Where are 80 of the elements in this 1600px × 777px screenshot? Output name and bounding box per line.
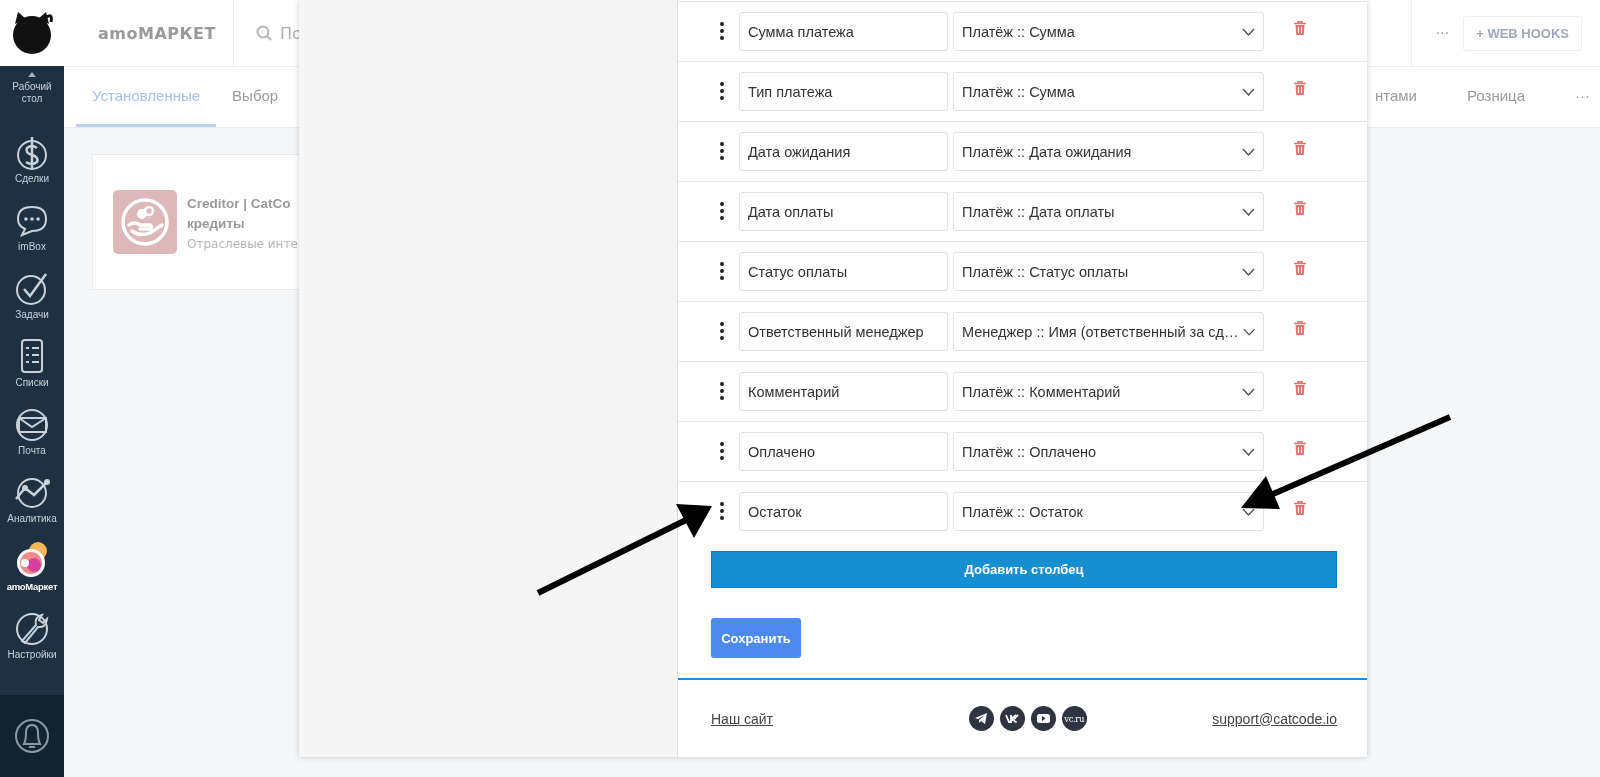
site-link[interactable]: Наш сайт — [711, 710, 774, 727]
trash-icon[interactable] — [1294, 321, 1306, 335]
youtube-icon[interactable] — [1030, 706, 1056, 731]
column-name-field[interactable]: Комментарий — [739, 372, 948, 411]
drag-handle-icon[interactable] — [720, 22, 724, 40]
trash-icon[interactable] — [1294, 441, 1306, 455]
sidebar-label: Сделки — [14, 173, 50, 185]
chevron-down-icon — [1242, 87, 1255, 96]
column-name-field[interactable]: Тип платежа — [739, 72, 948, 111]
market-icon — [14, 541, 50, 579]
column-name-field[interactable]: Статус оплаты — [739, 252, 948, 291]
sidebar-label: Задачи — [15, 309, 49, 321]
drag-handle-icon[interactable] — [720, 142, 724, 160]
sidebar-item[interactable]: Рабочий стол — [0, 81, 64, 121]
search-icon — [256, 25, 272, 41]
card-category: Отраслевые инте — [187, 236, 298, 251]
sidebar-label: amoМаркет — [6, 581, 58, 593]
add-column-button[interactable]: Добавить столбец — [711, 551, 1337, 588]
sidebar-item[interactable]: Почта — [0, 393, 64, 461]
field-select[interactable]: Платёж :: Остаток — [953, 492, 1264, 531]
trash-icon[interactable] — [1294, 141, 1306, 155]
drag-handle-icon[interactable] — [720, 262, 724, 280]
cat-logo-icon[interactable] — [0, 0, 64, 66]
bell-icon[interactable] — [14, 716, 50, 756]
column-name-field[interactable]: Ответственный менеджер — [739, 312, 948, 351]
chevron-down-icon — [1242, 207, 1255, 216]
hand-coins-icon — [113, 190, 177, 254]
sidebar-label: imBox — [18, 241, 46, 253]
trash-icon[interactable] — [1294, 261, 1306, 275]
chevron-down-icon — [1242, 267, 1255, 276]
field-select[interactable]: Платёж :: Статус оплаты — [953, 252, 1264, 291]
sidebar-label: Настройки — [7, 649, 57, 661]
column-name-field[interactable]: Дата ожидания — [739, 132, 948, 171]
chevron-down-icon — [1242, 387, 1255, 396]
vc-logo-icon[interactable]: vc.ru — [1061, 706, 1087, 731]
chevron-down-icon — [1242, 327, 1255, 336]
field-select[interactable]: Платёж :: Сумма — [953, 72, 1264, 111]
field-select[interactable]: Платёж :: Сумма — [953, 12, 1264, 51]
card-title: кредиты — [187, 214, 246, 233]
chevron-down-icon — [1242, 447, 1255, 456]
drag-handle-icon[interactable] — [720, 82, 724, 100]
column-name-field[interactable]: Остаток — [739, 492, 948, 531]
column-name-field[interactable]: Сумма платежа — [739, 12, 948, 51]
trash-icon[interactable] — [1294, 81, 1306, 95]
card-title: Creditor | CatCo — [187, 194, 292, 213]
field-select[interactable]: Платёж :: Дата оплаты — [953, 192, 1264, 231]
column-name-field[interactable]: Дата оплаты — [739, 192, 948, 231]
field-select[interactable]: Платёж :: Дата ожидания — [953, 132, 1264, 171]
column-name-field[interactable]: Оплачено — [739, 432, 948, 471]
telegram-icon[interactable] — [968, 706, 994, 731]
trash-icon[interactable] — [1294, 201, 1306, 215]
sidebar-item[interactable]: imBox — [0, 189, 64, 257]
field-select[interactable]: Платёж :: Комментарий — [953, 372, 1264, 411]
drag-handle-icon[interactable] — [720, 502, 724, 520]
scroll-up-icon[interactable] — [28, 72, 36, 77]
sidebar-item[interactable]: Задачи — [0, 257, 64, 325]
trash-icon[interactable] — [1294, 381, 1306, 395]
app-title: amoМАРКЕТ — [64, 0, 234, 66]
chevron-down-icon — [1242, 147, 1255, 156]
drag-handle-icon[interactable] — [720, 322, 724, 340]
sidebar-label: Рабочий стол — [11, 81, 53, 105]
chevron-down-icon — [1242, 507, 1255, 516]
sidebar-item[interactable]: amoМаркет — [0, 529, 64, 597]
trash-icon[interactable] — [1294, 501, 1306, 515]
sidebar-item[interactable]: Аналитика — [0, 461, 64, 529]
trash-icon[interactable] — [1294, 21, 1306, 35]
sidebar-item[interactable]: Сделки — [0, 121, 64, 189]
sidebar-item[interactable]: Списки — [0, 325, 64, 393]
drag-handle-icon[interactable] — [720, 442, 724, 460]
sidebar-label: Списки — [15, 377, 49, 389]
sidebar-label: Почта — [18, 445, 46, 457]
drag-handle-icon[interactable] — [720, 202, 724, 220]
drag-handle-icon[interactable] — [720, 382, 724, 400]
support-email-link[interactable]: support@catcode.io — [1212, 710, 1337, 727]
chevron-down-icon — [1242, 27, 1255, 36]
sidebar-item[interactable]: Настройки — [0, 597, 64, 665]
field-select[interactable]: Менеджер :: Имя (ответственный за сд… — [953, 312, 1264, 351]
sidebar-label: Аналитика — [7, 513, 57, 525]
field-select[interactable]: Платёж :: Оплачено — [953, 432, 1264, 471]
vk-icon[interactable] — [999, 706, 1025, 731]
